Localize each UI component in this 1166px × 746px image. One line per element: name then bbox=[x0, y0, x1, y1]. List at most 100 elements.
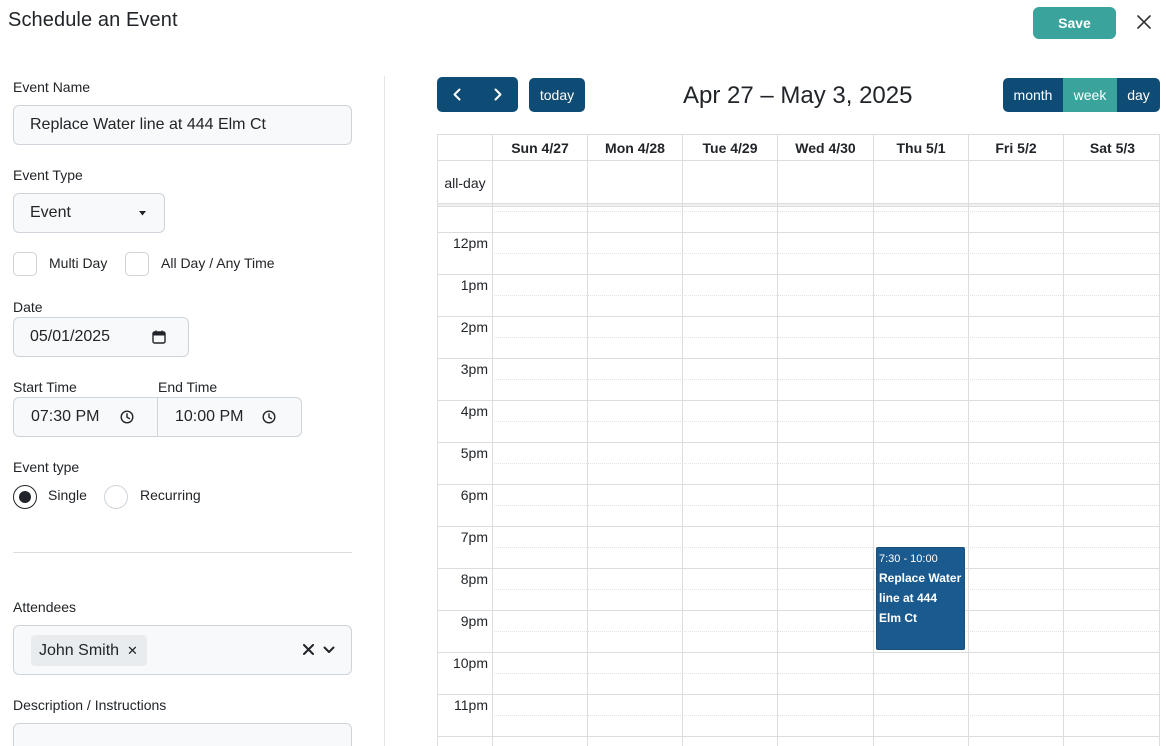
event-name-input[interactable]: Replace Water line at 444 Elm Ct bbox=[13, 105, 352, 145]
multi-day-checkbox[interactable] bbox=[13, 252, 37, 276]
all-day-checkbox[interactable] bbox=[125, 252, 149, 276]
recurring-radio[interactable] bbox=[104, 485, 128, 509]
half-hour-line bbox=[492, 463, 1159, 464]
start-time-input[interactable]: 07:30 PM bbox=[14, 398, 158, 436]
calendar-event[interactable]: 7:30 - 10:00 Replace Water line at 444 E… bbox=[876, 547, 965, 650]
start-time-label: Start Time bbox=[13, 379, 77, 395]
attendees-label: Attendees bbox=[13, 599, 77, 615]
multi-day-label: Multi Day bbox=[49, 255, 108, 271]
calendar-range-title: Apr 27 – May 3, 2025 bbox=[683, 82, 913, 109]
hour-line bbox=[438, 274, 1159, 275]
chevron-left-icon bbox=[453, 88, 461, 101]
chevron-right-icon bbox=[494, 88, 502, 101]
day-header-mon: Mon 4/28 bbox=[587, 135, 682, 160]
half-hour-line bbox=[492, 547, 1159, 548]
day-header-tue: Tue 4/29 bbox=[682, 135, 777, 160]
hour-label-6pm: 6pm bbox=[460, 487, 488, 503]
month-view-button[interactable]: month bbox=[1003, 78, 1063, 112]
attendee-chip: John Smith ✕ bbox=[31, 635, 147, 666]
event-name-label: Event Name bbox=[13, 79, 91, 95]
hour-line bbox=[438, 694, 1159, 695]
description-textarea[interactable] bbox=[13, 723, 352, 746]
half-hour-line bbox=[492, 295, 1159, 296]
hour-line bbox=[438, 484, 1159, 485]
week-view-button[interactable]: week bbox=[1063, 78, 1117, 112]
half-hour-line bbox=[492, 379, 1159, 380]
hour-label-4pm: 4pm bbox=[460, 403, 488, 419]
hour-line bbox=[438, 736, 1159, 737]
column-divider bbox=[492, 160, 493, 746]
recurrence-label: Event type bbox=[13, 459, 80, 475]
hour-label-8pm: 8pm bbox=[460, 571, 488, 587]
single-label: Single bbox=[48, 487, 87, 503]
attendees-select[interactable]: John Smith ✕ bbox=[13, 625, 352, 675]
column-divider bbox=[968, 160, 969, 746]
event-title: Replace Water line at 444 Elm Ct bbox=[879, 571, 962, 625]
close-icon[interactable] bbox=[1134, 12, 1154, 32]
day-header-sat: Sat 5/3 bbox=[1063, 135, 1159, 160]
hour-line bbox=[438, 442, 1159, 443]
date-input[interactable]: 05/01/2025 bbox=[13, 317, 189, 357]
half-hour-line bbox=[492, 505, 1159, 506]
caret-down-icon bbox=[139, 211, 146, 216]
hour-line bbox=[438, 358, 1159, 359]
view-switcher: month week day bbox=[1003, 78, 1160, 112]
remove-attendee-icon[interactable]: ✕ bbox=[127, 643, 138, 659]
hour-label-7pm: 7pm bbox=[460, 529, 488, 545]
save-button[interactable]: Save bbox=[1033, 7, 1116, 39]
column-divider bbox=[587, 160, 588, 746]
hour-label-5pm: 5pm bbox=[460, 445, 488, 461]
calendar-icon[interactable] bbox=[152, 330, 166, 344]
description-label: Description / Instructions bbox=[13, 697, 167, 713]
hour-label-12pm: 12pm bbox=[452, 235, 488, 251]
page-title: Schedule an Event bbox=[8, 9, 178, 31]
half-hour-line bbox=[492, 421, 1159, 422]
chevron-down-icon[interactable] bbox=[323, 646, 335, 654]
hour-line bbox=[438, 610, 1159, 611]
day-header-thu: Thu 5/1 bbox=[873, 135, 968, 160]
calendar-nav-group bbox=[437, 77, 518, 112]
end-time-input[interactable]: 10:00 PM bbox=[158, 398, 302, 436]
clock-icon bbox=[262, 410, 276, 424]
time-range-group: 07:30 PM 10:00 PM bbox=[13, 397, 302, 437]
date-value: 05/01/2025 bbox=[30, 328, 111, 345]
event-name-value: Replace Water line at 444 Elm Ct bbox=[30, 116, 266, 133]
column-divider bbox=[682, 160, 683, 746]
hour-label-3pm: 3pm bbox=[460, 361, 488, 377]
panel-divider bbox=[384, 76, 385, 746]
day-header-sun: Sun 4/27 bbox=[492, 135, 587, 160]
hour-line bbox=[438, 652, 1159, 653]
hour-label-10pm: 10pm bbox=[452, 655, 488, 671]
column-divider bbox=[1063, 160, 1064, 746]
all-day-row-label: all-day bbox=[444, 174, 486, 191]
end-time-label: End Time bbox=[158, 379, 218, 395]
half-hour-line bbox=[492, 211, 1159, 212]
column-divider bbox=[777, 160, 778, 746]
form-divider bbox=[13, 552, 352, 553]
today-button[interactable]: today bbox=[529, 78, 585, 112]
half-hour-line bbox=[492, 715, 1159, 716]
hour-line bbox=[438, 526, 1159, 527]
half-hour-line bbox=[492, 631, 1159, 632]
day-view-button[interactable]: day bbox=[1117, 78, 1160, 112]
all-day-label: All Day / Any Time bbox=[161, 255, 275, 271]
recurring-label: Recurring bbox=[140, 487, 201, 503]
half-hour-line bbox=[492, 253, 1159, 254]
half-hour-line bbox=[492, 337, 1159, 338]
prev-week-button[interactable] bbox=[437, 77, 478, 112]
hour-line bbox=[438, 568, 1159, 569]
event-type-select[interactable]: Event bbox=[13, 193, 165, 233]
clear-icon[interactable] bbox=[303, 644, 314, 655]
next-week-button[interactable] bbox=[478, 77, 519, 112]
hour-line bbox=[438, 316, 1159, 317]
single-radio[interactable] bbox=[13, 485, 37, 509]
hour-label-9pm: 9pm bbox=[460, 613, 488, 629]
week-calendar-grid: Sun 4/27 Mon 4/28 Tue 4/29 Wed 4/30 Thu … bbox=[437, 134, 1160, 746]
clock-icon bbox=[120, 410, 134, 424]
half-hour-line bbox=[492, 673, 1159, 674]
attendee-name: John Smith bbox=[39, 641, 120, 659]
event-type-label: Event Type bbox=[13, 167, 83, 183]
hour-label-1pm: 1pm bbox=[460, 277, 488, 293]
event-time: 7:30 - 10:00 bbox=[879, 553, 938, 565]
day-header-fri: Fri 5/2 bbox=[968, 135, 1063, 160]
